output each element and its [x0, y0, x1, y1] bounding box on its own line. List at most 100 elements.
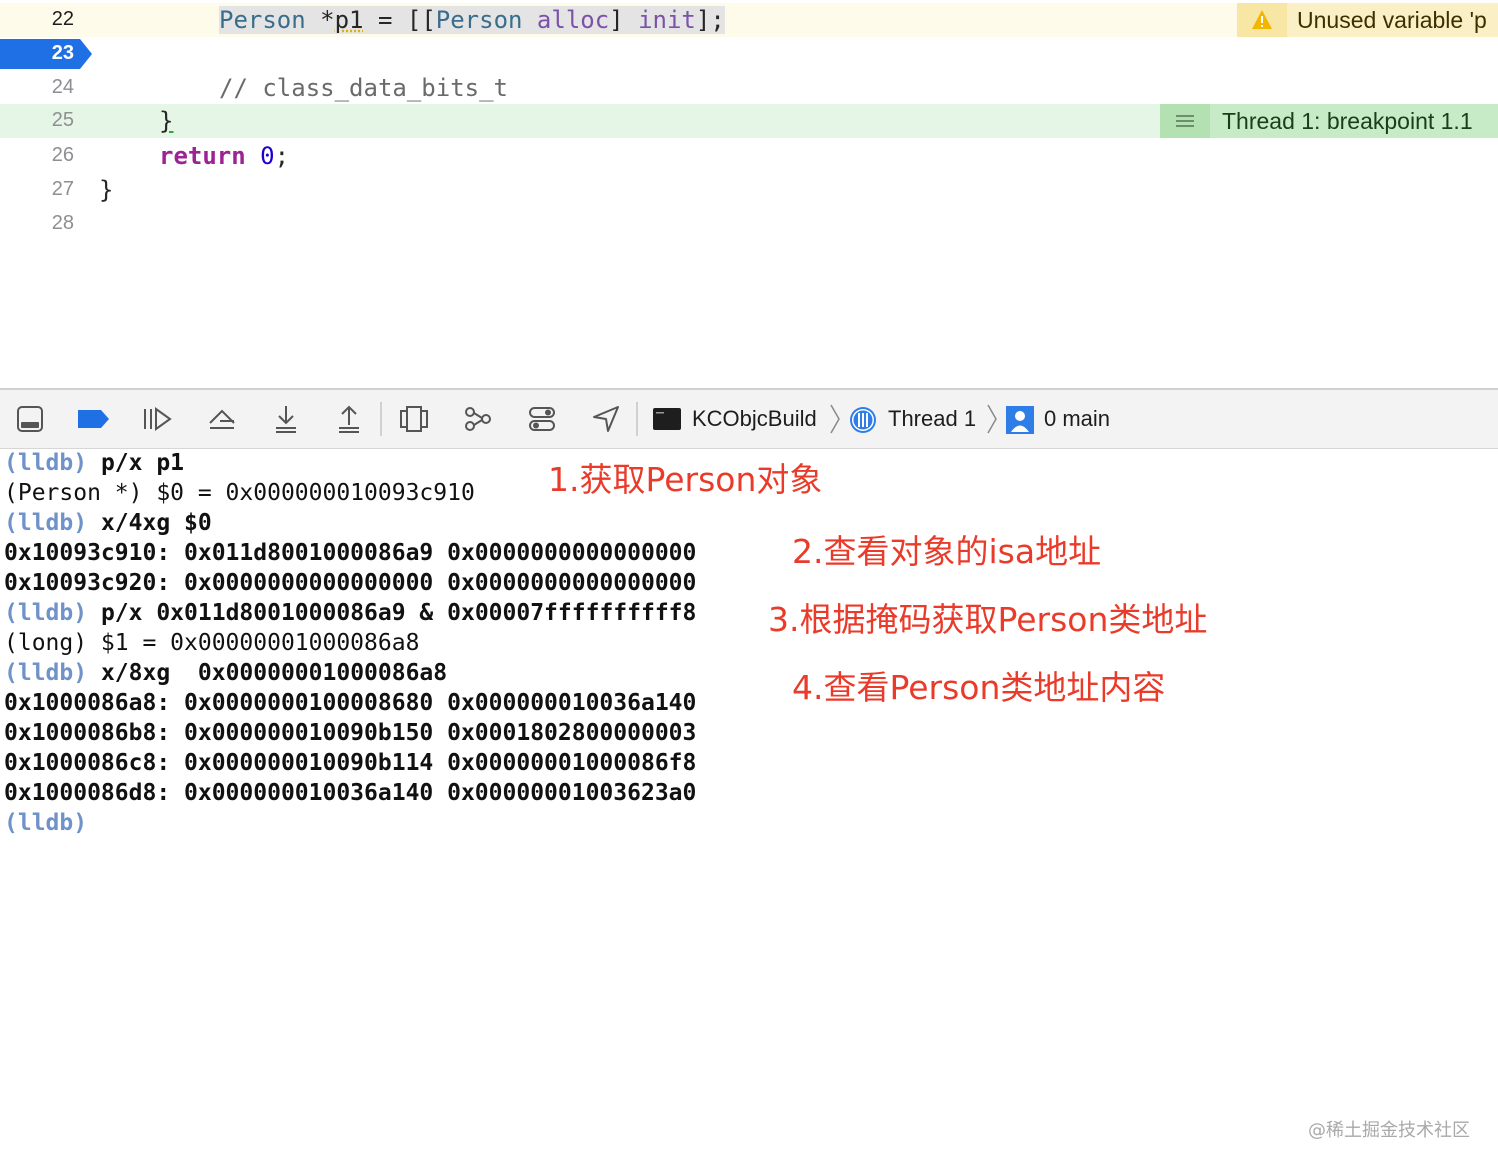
- code-line-24[interactable]: 24 // class_data_bits_t: [0, 71, 1498, 105]
- warning-text: Unused variable 'p: [1297, 7, 1487, 33]
- annotation-note-2: 2.查看对象的isa地址: [792, 532, 1102, 571]
- code-token: ;: [274, 142, 290, 170]
- line-number: 24: [51, 76, 74, 98]
- view-hierarchy-icon: [400, 406, 428, 432]
- chevron-right-icon: [830, 404, 840, 434]
- memory-graph-button[interactable]: [462, 403, 494, 435]
- console-output: 0x1000086b8: 0x000000010090b150 0x000180…: [4, 720, 697, 746]
- code-keyword: return: [159, 142, 246, 170]
- breakpoints-toggle-button[interactable]: [76, 403, 109, 435]
- warning-icon: [1237, 3, 1287, 37]
- code-line-25-current[interactable]: 25 } Thread 1: breakpoint 1.1: [0, 104, 1498, 138]
- step-over-icon: [209, 409, 235, 429]
- simulate-location-icon: [593, 406, 619, 432]
- line-number: 23: [51, 42, 74, 64]
- annotation-note-1: 1.获取Person对象: [548, 460, 823, 499]
- code-token: Person: [219, 6, 306, 34]
- breadcrumb-thread[interactable]: Thread 1: [888, 406, 976, 432]
- toolbar-divider: [636, 402, 638, 436]
- line-number: 25: [51, 109, 74, 131]
- console-output: (Person *) $0 = 0x000000010093c910: [4, 480, 475, 506]
- step-out-icon: [339, 405, 359, 433]
- console-output: 0x10093c910: 0x011d8001000086a9 0x000000…: [4, 540, 697, 566]
- breadcrumb-target[interactable]: KCObjcBuild: [692, 406, 817, 432]
- console-output: 0x1000086d8: 0x000000010036a140 0x000000…: [4, 780, 697, 806]
- code-text[interactable]: }: [99, 176, 113, 204]
- code-text[interactable]: Person *p1 = [[Person alloc] init];: [219, 6, 725, 34]
- thread-icon: [848, 405, 880, 437]
- lldb-prompt: (lldb): [4, 810, 88, 836]
- code-token: alloc: [536, 6, 610, 34]
- watermark: @稀土掘金技术社区: [1308, 1120, 1470, 1141]
- environment-overrides-button[interactable]: [526, 403, 558, 435]
- code-token: Person: [435, 6, 523, 34]
- breakpoint-arrow-icon: [0, 39, 92, 69]
- code-text[interactable]: return 0;: [159, 142, 289, 170]
- line-gutter[interactable]: 22: [0, 3, 90, 37]
- list-icon: [1160, 104, 1210, 138]
- lldb-prompt: (lldb): [4, 660, 88, 686]
- code-line-27[interactable]: 27 }: [0, 173, 1498, 207]
- line-gutter[interactable]: 26: [0, 139, 90, 173]
- source-editor[interactable]: 22 Person *p1 = [[Person alloc] init]; U…: [0, 0, 1498, 388]
- lldb-prompt: (lldb): [4, 450, 88, 476]
- line-gutter[interactable]: 25: [0, 104, 90, 138]
- console-input-line[interactable]: (lldb): [4, 810, 87, 836]
- hide-debug-area-icon: [17, 406, 43, 432]
- console-line: (lldb) p/x 0x011d8001000086a9 & 0x00007f…: [4, 600, 696, 626]
- annotation-note-3: 3.根据掩码获取Person类地址: [768, 600, 1208, 639]
- terminal-icon: [652, 405, 684, 437]
- thread-annotation[interactable]: Thread 1: breakpoint 1.1: [1160, 104, 1498, 138]
- line-number: 22: [51, 8, 74, 30]
- code-token: = [[: [363, 6, 436, 34]
- environment-overrides-icon: [529, 407, 555, 431]
- step-over-button[interactable]: [206, 403, 238, 435]
- breakpoints-toggle-icon: [78, 410, 109, 428]
- simulate-location-button[interactable]: [590, 403, 622, 435]
- lldb-prompt: (lldb): [4, 600, 88, 626]
- console-line: (lldb) x/4xg $0: [4, 510, 212, 536]
- code-token: ]: [609, 6, 639, 34]
- breakpoint-indicator[interactable]: 23: [0, 39, 92, 69]
- warning-annotation[interactable]: Unused variable 'p: [1237, 3, 1498, 37]
- code-token: init: [638, 6, 696, 34]
- hide-debug-area-button[interactable]: [14, 403, 46, 435]
- console-command: x/8xg 0x00000001000086a8: [87, 660, 448, 686]
- line-gutter[interactable]: 24: [0, 71, 90, 105]
- console-command: x/4xg $0: [87, 510, 212, 536]
- continue-icon: [144, 407, 172, 431]
- debug-bar: KCObjcBuild Thread 1 0 main: [0, 388, 1498, 449]
- step-into-button[interactable]: [270, 403, 302, 435]
- console-output: 0x1000086a8: 0x0000000100008680 0x000000…: [4, 690, 697, 716]
- line-number: 26: [51, 144, 74, 166]
- step-out-button[interactable]: [333, 403, 365, 435]
- thread-annotation-text: Thread 1: breakpoint 1.1: [1222, 108, 1473, 134]
- code-line-28[interactable]: 28: [0, 207, 1498, 241]
- code-line-22[interactable]: 22 Person *p1 = [[Person alloc] init]; U…: [0, 3, 1498, 37]
- code-number: 0: [260, 142, 275, 170]
- line-gutter[interactable]: 28: [0, 207, 90, 241]
- chevron-right-icon: [987, 404, 997, 434]
- annotation-note-4: 4.查看Person类地址内容: [792, 668, 1166, 707]
- breadcrumb-frame[interactable]: 0 main: [1044, 406, 1110, 432]
- user-frame-icon: [1005, 405, 1037, 437]
- console-output: 0x10093c920: 0x0000000000000000 0x000000…: [4, 570, 697, 596]
- code-token-variable: p1: [334, 6, 364, 34]
- view-hierarchy-button[interactable]: [398, 403, 430, 435]
- line-gutter[interactable]: 27: [0, 173, 90, 207]
- code-token: ];: [695, 6, 725, 34]
- toolbar-divider: [380, 402, 382, 436]
- lldb-prompt: (lldb): [4, 510, 88, 536]
- code-comment[interactable]: // class_data_bits_t: [219, 74, 508, 102]
- line-number: 27: [51, 178, 74, 200]
- console-line: (lldb) x/8xg 0x00000001000086a8: [4, 660, 447, 686]
- console-line: (lldb) p/x p1: [4, 450, 184, 476]
- continue-button[interactable]: [141, 403, 173, 435]
- console-output: 0x1000086c8: 0x000000010090b114 0x000000…: [4, 750, 697, 776]
- code-line-26[interactable]: 26 return 0;: [0, 139, 1498, 173]
- memory-graph-icon: [465, 407, 491, 431]
- step-into-icon: [276, 406, 296, 433]
- lldb-console[interactable]: (lldb) p/x p1 (Person *) $0 = 0x00000001…: [0, 447, 1498, 1168]
- code-text[interactable]: }: [159, 107, 173, 135]
